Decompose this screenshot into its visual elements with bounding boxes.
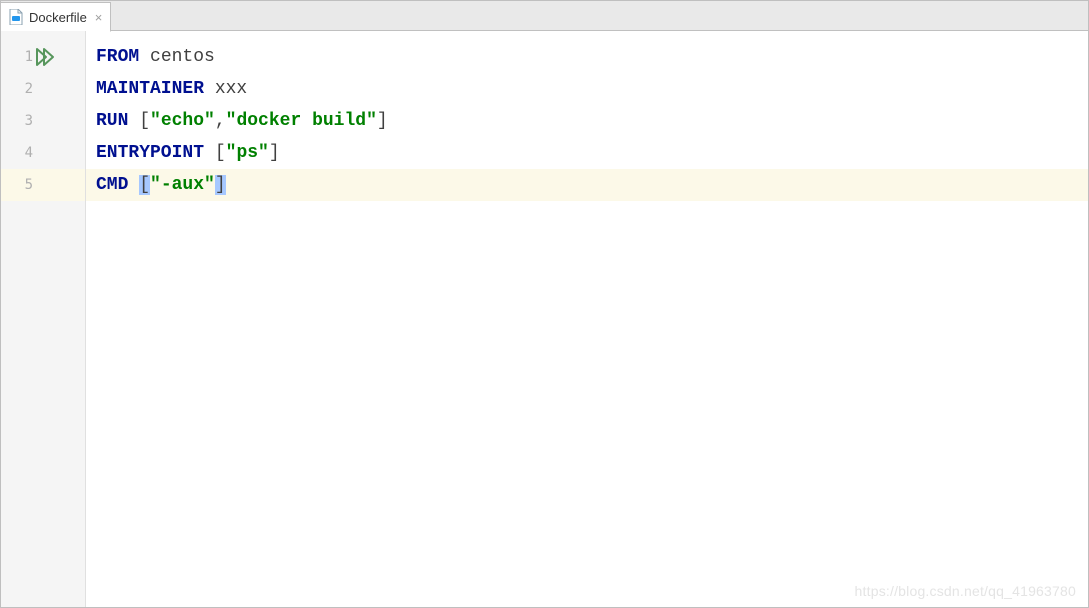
- gutter: 1 2 3 4 5: [1, 31, 86, 607]
- identifier: centos: [139, 47, 215, 67]
- space: [128, 111, 139, 131]
- editor-area: 1 2 3 4 5 FR: [1, 31, 1088, 607]
- bracket-open: [: [215, 143, 226, 163]
- keyword: RUN: [96, 111, 128, 131]
- gutter-row[interactable]: 3: [1, 105, 85, 137]
- bracket-close: ]: [377, 111, 388, 131]
- gutter-row[interactable]: 5: [1, 169, 85, 201]
- keyword: CMD: [96, 175, 128, 195]
- tab-dockerfile[interactable]: Dockerfile ×: [1, 2, 111, 32]
- tab-bar: Dockerfile ×: [1, 1, 1088, 31]
- bracket-open: [: [139, 175, 150, 195]
- space: [128, 175, 139, 195]
- gutter-row[interactable]: 2: [1, 73, 85, 105]
- bracket-close: ]: [215, 175, 226, 195]
- run-icon[interactable]: [35, 47, 55, 67]
- bracket-close: ]: [269, 143, 280, 163]
- bracket-open: [: [139, 111, 150, 131]
- dockerfile-file-icon: [9, 9, 23, 25]
- watermark: https://blog.csdn.net/qq_41963780: [855, 583, 1076, 599]
- line-number: 1: [7, 49, 33, 65]
- keyword: FROM: [96, 47, 139, 67]
- string: "docker build": [226, 111, 377, 131]
- close-icon[interactable]: ×: [95, 11, 103, 24]
- gutter-row[interactable]: 1: [1, 41, 85, 73]
- string: "echo": [150, 111, 215, 131]
- code-line[interactable]: RUN ["echo","docker build"]: [86, 105, 1088, 137]
- gutter-row[interactable]: 4: [1, 137, 85, 169]
- space: [204, 143, 215, 163]
- string: "-aux": [150, 175, 215, 195]
- line-number: 5: [7, 177, 33, 193]
- line-number: 3: [7, 113, 33, 129]
- code-line[interactable]: FROM centos: [86, 41, 1088, 73]
- code-area[interactable]: FROM centos MAINTAINER xxx RUN ["echo","…: [86, 31, 1088, 607]
- line-number: 2: [7, 81, 33, 97]
- code-line[interactable]: MAINTAINER xxx: [86, 73, 1088, 105]
- keyword: MAINTAINER: [96, 79, 204, 99]
- identifier: xxx: [204, 79, 247, 99]
- code-line[interactable]: ENTRYPOINT ["ps"]: [86, 137, 1088, 169]
- keyword: ENTRYPOINT: [96, 143, 204, 163]
- editor-window: Dockerfile × 1 2 3 4: [0, 0, 1089, 608]
- code-line[interactable]: CMD ["-aux"]: [86, 169, 1088, 201]
- comma: ,: [215, 111, 226, 131]
- string: "ps": [226, 143, 269, 163]
- line-number: 4: [7, 145, 33, 161]
- tab-filename: Dockerfile: [29, 10, 87, 25]
